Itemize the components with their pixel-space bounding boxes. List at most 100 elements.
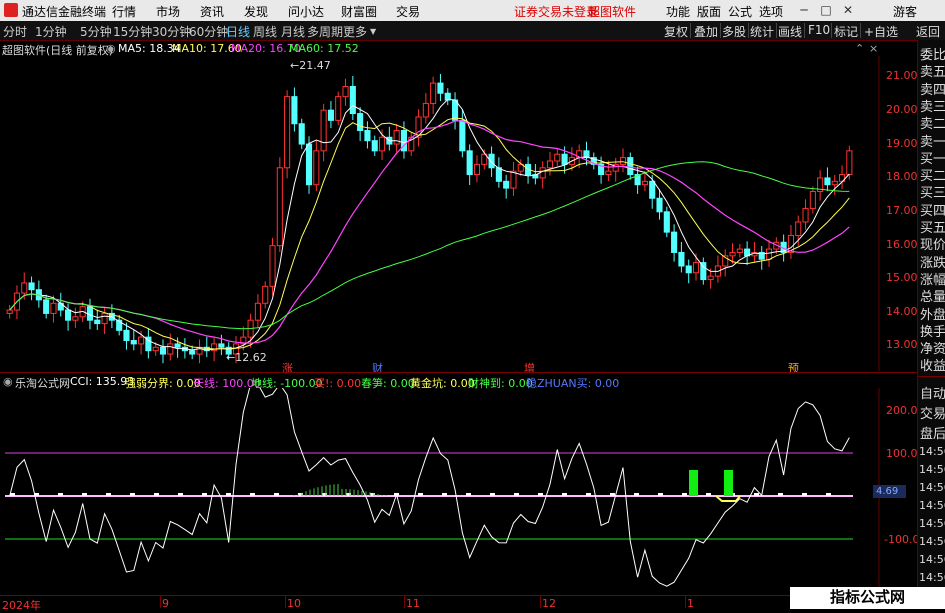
minimize-icon[interactable]: ─ xyxy=(796,2,812,18)
quote-field-label: 外盘 xyxy=(920,307,945,323)
period-daily[interactable]: 日线 xyxy=(226,23,250,40)
candle xyxy=(692,262,700,274)
menu-item-trade[interactable]: 交易 xyxy=(396,3,420,20)
zero-marker xyxy=(634,493,639,496)
buy-signal-bar xyxy=(689,470,698,496)
zero-marker xyxy=(226,493,231,496)
zero-marker xyxy=(466,493,471,496)
tool-adjust[interactable]: 复权 xyxy=(664,23,688,40)
ma5-line xyxy=(9,98,850,351)
price-tick: 14.00 xyxy=(886,305,918,318)
zero-marker xyxy=(250,493,255,496)
candle xyxy=(262,285,269,304)
panel-tab[interactable]: 盘后 xyxy=(920,423,945,442)
tool-back[interactable]: 返回 xyxy=(916,23,940,40)
candle xyxy=(152,346,159,352)
period-monthly[interactable]: 月线 xyxy=(281,23,305,40)
stock-name: 超图软件 xyxy=(588,5,637,19)
menu-item-wealth[interactable]: 财富圈 xyxy=(341,3,377,20)
tool-overlay[interactable]: 叠加 xyxy=(694,23,718,40)
period-multi[interactable]: 多周期 xyxy=(307,23,343,40)
collapse-icon[interactable]: ⌃ xyxy=(855,42,864,55)
tool-multi-stock[interactable]: 多股 xyxy=(722,23,746,40)
login-notice[interactable]: 证券交易未登录 xyxy=(514,3,598,20)
zero-marker xyxy=(610,493,615,496)
event-marker[interactable]: 财 xyxy=(372,360,383,376)
zero-marker xyxy=(178,493,183,496)
price-tick: 15.00 xyxy=(886,271,918,284)
quote-field-label: 买五 xyxy=(920,221,945,236)
event-marker[interactable]: 增 xyxy=(524,360,535,376)
tool-mark[interactable]: 标记 xyxy=(834,23,858,40)
event-marker[interactable]: 涨 xyxy=(282,360,293,376)
candle xyxy=(627,157,634,176)
zero-marker xyxy=(754,493,759,496)
menu-item-layout[interactable]: 版面 xyxy=(697,3,721,20)
menu-item-market[interactable]: 市场 xyxy=(156,3,180,20)
close-pane-icon[interactable]: × xyxy=(869,42,878,55)
tool-f10[interactable]: F10 xyxy=(808,23,830,37)
period-1min[interactable]: 1分钟 xyxy=(35,23,67,40)
candle xyxy=(430,82,437,104)
candle xyxy=(546,160,554,169)
zero-marker xyxy=(202,493,207,496)
event-marker[interactable]: 预 xyxy=(788,360,799,376)
candle xyxy=(466,150,473,176)
menu-item-ask[interactable]: 问小达 xyxy=(288,3,324,20)
maximize-icon[interactable]: □ xyxy=(818,2,834,18)
zero-marker xyxy=(682,493,687,496)
indicator-settings-icon[interactable]: ◉ xyxy=(3,375,13,388)
menu-item-discover[interactable]: 发现 xyxy=(244,3,268,20)
quote-field-label: 买四 xyxy=(920,203,945,219)
candle xyxy=(284,96,291,169)
tool-draw[interactable]: 画线 xyxy=(778,23,802,40)
quote-field-label: 买二 xyxy=(920,169,945,185)
trade-time: 14:56 xyxy=(919,445,945,458)
candle xyxy=(254,302,261,321)
period-more[interactable]: 更多 xyxy=(343,23,367,40)
zero-marker xyxy=(586,493,591,496)
user-label[interactable]: 游客 xyxy=(893,3,917,20)
date-label: 11 xyxy=(406,597,420,610)
legend-ma60: MA60: 17.52 xyxy=(289,42,359,55)
menu-item-news[interactable]: 资讯 xyxy=(200,3,224,20)
candle xyxy=(488,153,495,169)
cci-chart[interactable] xyxy=(0,388,880,594)
period-30min[interactable]: 30分钟 xyxy=(152,23,191,40)
cci-line xyxy=(9,388,850,587)
tool-stats[interactable]: 统计 xyxy=(750,23,774,40)
candle xyxy=(218,343,225,348)
quote-field-label: 卖五 xyxy=(920,65,945,81)
candle xyxy=(378,136,386,152)
quote-field-label: 买三 xyxy=(920,186,945,202)
chevron-down-icon[interactable]: ▼ xyxy=(370,27,376,36)
period-weekly[interactable]: 周线 xyxy=(253,23,277,40)
tool-add-watchlist[interactable]: +自选 xyxy=(864,23,898,40)
menu-item-options[interactable]: 选项 xyxy=(759,3,783,20)
menu-item-function[interactable]: 功能 xyxy=(666,3,690,20)
candle xyxy=(320,109,327,152)
price-tick: 13.00 xyxy=(886,338,918,351)
quote-field-label: 卖一 xyxy=(920,134,945,150)
period-15min[interactable]: 15分钟 xyxy=(113,23,152,40)
candle xyxy=(349,85,356,115)
close-icon[interactable]: ✕ xyxy=(840,2,856,18)
period-5min[interactable]: 5分钟 xyxy=(80,23,112,40)
candle xyxy=(313,150,320,186)
price-chart[interactable] xyxy=(0,56,880,371)
chart-settings-icon[interactable]: ◉ xyxy=(106,42,116,55)
menu-item-formula[interactable]: 公式 xyxy=(728,3,752,20)
price-tick: 16.00 xyxy=(886,238,918,251)
candle xyxy=(21,282,28,294)
panel-tab[interactable]: 交易 xyxy=(920,403,945,422)
candle xyxy=(364,130,371,142)
zero-marker xyxy=(418,493,423,496)
panel-tab[interactable]: 自动 xyxy=(920,383,945,402)
quote-field-label: 换手 xyxy=(920,324,945,340)
period-toolbar: 分时 1分钟 5分钟 15分钟 30分钟 60分钟 日线 周线 月线 多周期 更… xyxy=(0,21,945,41)
period-intraday[interactable]: 分时 xyxy=(3,23,27,40)
menu-item-quotes[interactable]: 行情 xyxy=(112,3,136,20)
period-60min[interactable]: 60分钟 xyxy=(189,23,228,40)
price-tick: 18.00 xyxy=(886,170,918,183)
zero-marker xyxy=(538,493,543,496)
